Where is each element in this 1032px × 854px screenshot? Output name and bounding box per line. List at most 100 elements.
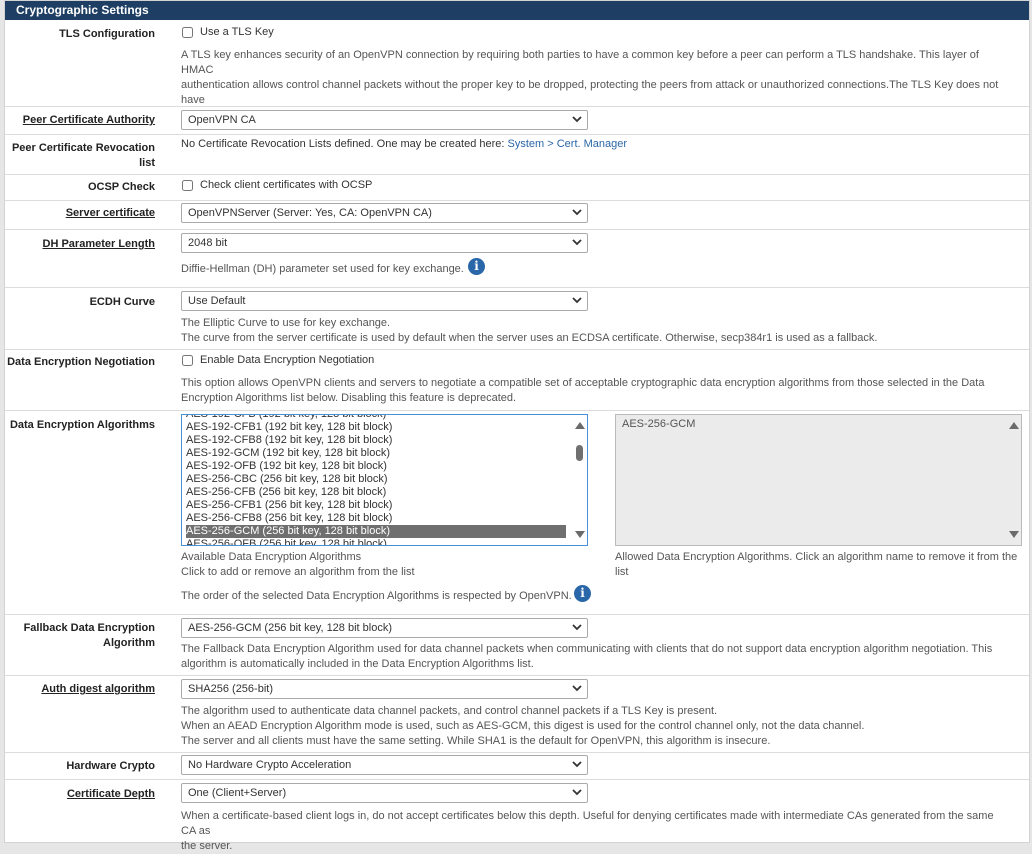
fallback-label: Fallback Data Encryption Algorithm — [5, 621, 155, 651]
dh-select[interactable]: 2048 bit — [181, 233, 588, 253]
fallback-help-line-2: algorithm is automatically included in t… — [181, 658, 534, 670]
den-checkbox-label: Enable Data Encryption Negotiation — [200, 354, 375, 366]
scroll-thumb[interactable] — [576, 445, 583, 461]
dh-help: Diffie-Hellman (DH) parameter set used f… — [181, 263, 464, 275]
ecdh-select-wrap: Use Default — [181, 291, 588, 311]
fallback-label-line-2: Algorithm — [103, 637, 155, 649]
row-data-encryption-negotiation: Data Encryption Negotiation Enable Data … — [5, 349, 1029, 410]
allowed-caption-line-2: list — [615, 566, 629, 578]
allowed-listbox-scrollbar[interactable] — [1005, 415, 1021, 545]
listbox-scrollbar[interactable] — [571, 415, 587, 545]
row-peer-ca: Peer Certificate Authority OpenVPN CA — [5, 106, 1029, 134]
ocsp-checkbox[interactable] — [182, 179, 193, 191]
fallback-select-wrap: AES-256-GCM (256 bit key, 128 bit block) — [181, 618, 588, 638]
peer-ca-label: Peer Certificate Authority — [22, 114, 155, 126]
algorithm-option[interactable]: AES-192-CFB (192 bit key, 128 bit block) — [186, 415, 386, 421]
peer-ca-select[interactable]: OpenVPN CA — [181, 110, 588, 130]
scroll-down-arrow-icon[interactable] — [1009, 531, 1019, 538]
ocsp-checkbox-label: Check client certificates with OCSP — [200, 179, 373, 191]
fallback-help: The Fallback Data Encryption Algorithm u… — [181, 642, 1011, 672]
crl-label: Peer Certificate Revocation list — [5, 141, 155, 171]
auth-help-line-2: When an AEAD Encryption Algorithm mode i… — [181, 720, 865, 732]
algorithm-option[interactable]: AES-256-CFB8 (256 bit key, 128 bit block… — [186, 512, 392, 525]
row-ocsp: OCSP Check Check client certificates wit… — [5, 174, 1029, 200]
ecdh-select[interactable]: Use Default — [181, 291, 588, 311]
crl-text: No Certificate Revocation Lists defined.… — [181, 137, 1011, 152]
den-help-line-1: This option allows OpenVPN clients and s… — [181, 377, 985, 389]
scroll-up-arrow-icon[interactable] — [575, 422, 585, 429]
den-checkbox[interactable] — [182, 354, 193, 366]
scroll-down-arrow-icon[interactable] — [575, 531, 585, 538]
algorithm-option[interactable]: AES-192-CFB1 (192 bit key, 128 bit block… — [186, 421, 392, 434]
crl-label-line-2: list — [139, 157, 155, 169]
hwcrypto-label: Hardware Crypto — [66, 760, 155, 772]
row-hardware-crypto: Hardware Crypto No Hardware Crypto Accel… — [5, 752, 1029, 779]
available-caption: Available Data Encryption Algorithms Cli… — [181, 550, 581, 580]
den-label: Data Encryption Negotiation — [7, 356, 155, 368]
auth-select-wrap: SHA256 (256-bit) — [181, 679, 588, 699]
available-algorithms-listbox[interactable]: AES-256-OFB (256 bit key, 128 bit block)… — [181, 414, 588, 546]
ecdh-help: The Elliptic Curve to use for key exchan… — [181, 316, 1011, 346]
den-help-line-2: Encryption Algorithms list below. Disabl… — [181, 392, 517, 404]
algorithm-option[interactable]: AES-256-CBC (256 bit key, 128 bit block) — [186, 473, 388, 486]
certdepth-select-wrap: One (Client+Server) — [181, 783, 588, 803]
hwcrypto-select[interactable]: No Hardware Crypto Acceleration — [181, 755, 588, 775]
allowed-algorithm-item[interactable]: AES-256-GCM — [622, 418, 695, 430]
algorithm-option[interactable]: AES-256-OFB (256 bit key, 128 bit block) — [186, 538, 387, 545]
row-tls-configuration: TLS Configuration Use a TLS Key A TLS ke… — [5, 20, 1029, 121]
info-icon[interactable]: i — [468, 258, 485, 275]
dea-label: Data Encryption Algorithms — [9, 419, 155, 431]
algorithm-option[interactable]: AES-192-OFB (192 bit key, 128 bit block) — [186, 460, 387, 473]
row-dh-parameter: DH Parameter Length 2048 bit Diffie-Hell… — [5, 229, 1029, 287]
tls-key-checkbox-wrap[interactable]: Use a TLS Key — [182, 26, 274, 38]
algorithm-option[interactable]: AES-256-CFB (256 bit key, 128 bit block) — [186, 486, 386, 499]
available-caption-title: Available Data Encryption Algorithms — [181, 551, 362, 563]
ecdh-help-line-1: The Elliptic Curve to use for key exchan… — [181, 317, 391, 329]
cryptographic-settings-panel: Cryptographic Settings TLS Configuration… — [4, 0, 1030, 852]
tls-key-checkbox-label: Use a TLS Key — [200, 26, 274, 38]
ocsp-checkbox-wrap[interactable]: Check client certificates with OCSP — [182, 179, 372, 191]
allowed-algorithms-listbox[interactable]: AES-256-GCM — [615, 414, 1022, 546]
den-checkbox-wrap[interactable]: Enable Data Encryption Negotiation — [182, 354, 374, 366]
row-ecdh-curve: ECDH Curve Use Default The Elliptic Curv… — [5, 287, 1029, 349]
fallback-select[interactable]: AES-256-GCM (256 bit key, 128 bit block) — [181, 618, 588, 638]
algorithm-option[interactable]: AES-192-CFB8 (192 bit key, 128 bit block… — [186, 434, 392, 447]
algorithm-option[interactable]: AES-192-GCM (192 bit key, 128 bit block) — [186, 447, 390, 460]
den-help: This option allows OpenVPN clients and s… — [181, 376, 1011, 406]
tls-help-line-1: A TLS key enhances security of an OpenVP… — [181, 49, 979, 76]
panel-title: Cryptographic Settings — [5, 1, 1029, 20]
dea-order-note: The order of the selected Data Encryptio… — [181, 590, 572, 602]
crl-text-body: No Certificate Revocation Lists defined.… — [181, 138, 508, 150]
scroll-up-arrow-icon[interactable] — [1009, 422, 1019, 429]
tls-help-line-2: authentication allows control channel pa… — [181, 79, 999, 106]
peer-ca-select-wrap: OpenVPN CA — [181, 110, 588, 130]
row-fallback-algorithm: Fallback Data Encryption Algorithm AES-2… — [5, 614, 1029, 675]
auth-help-line-3: The server and all clients must have the… — [181, 735, 771, 747]
auth-help: The algorithm used to authenticate data … — [181, 704, 1011, 749]
allowed-caption: Allowed Data Encryption Algorithms. Clic… — [615, 550, 1025, 580]
algorithm-option[interactable]: AES-256-GCM (256 bit key, 128 bit block) — [186, 525, 566, 538]
row-auth-digest: Auth digest algorithm SHA256 (256-bit) T… — [5, 675, 1029, 752]
tls-label: TLS Configuration — [59, 28, 155, 40]
server-cert-label: Server certificate — [65, 207, 155, 219]
row-server-certificate: Server certificate OpenVPNServer (Server… — [5, 200, 1029, 229]
info-icon[interactable]: i — [574, 585, 591, 602]
certdepth-select[interactable]: One (Client+Server) — [181, 783, 588, 803]
allowed-caption-line-1: Allowed Data Encryption Algorithms. Clic… — [615, 551, 1018, 563]
certdepth-label: Certificate Depth — [66, 788, 155, 800]
auth-label: Auth digest algorithm — [41, 683, 155, 695]
ocsp-label: OCSP Check — [87, 181, 155, 193]
row-data-encryption-algorithms: Data Encryption Algorithms AES-256-OFB (… — [5, 410, 1029, 614]
available-caption-help: Click to add or remove an algorithm from… — [181, 566, 415, 578]
certdepth-help-line-2: the server. — [181, 840, 233, 852]
tls-key-checkbox[interactable] — [182, 26, 193, 38]
cert-manager-link[interactable]: System > Cert. Manager — [508, 138, 628, 150]
crl-label-line-1: Peer Certificate Revocation — [11, 142, 155, 154]
auth-select[interactable]: SHA256 (256-bit) — [181, 679, 588, 699]
dh-label: DH Parameter Length — [42, 238, 155, 250]
ecdh-help-line-2: The curve from the server certificate is… — [181, 332, 878, 344]
server-cert-select[interactable]: OpenVPNServer (Server: Yes, CA: OpenVPN … — [181, 203, 588, 223]
row-crl: Peer Certificate Revocation list No Cert… — [5, 134, 1029, 174]
algorithm-option[interactable]: AES-256-CFB1 (256 bit key, 128 bit block… — [186, 499, 392, 512]
auth-help-line-1: The algorithm used to authenticate data … — [181, 705, 718, 717]
